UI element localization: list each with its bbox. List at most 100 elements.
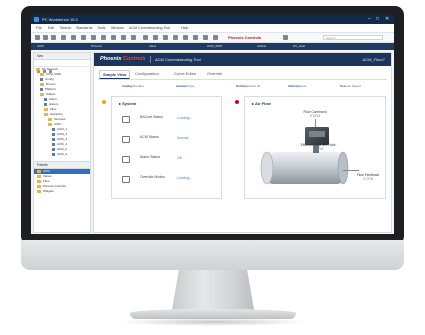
nav-panel: Nav My Network ACM_0025 Config Drivers Platf… <box>33 52 91 233</box>
home-icon[interactable] <box>61 35 66 40</box>
monitor-chin <box>21 240 404 270</box>
path-item[interactable]: PC_Host <box>293 43 305 50</box>
system-card-title[interactable]: ▸ System <box>119 101 136 106</box>
row-label: Override Modes <box>140 175 165 179</box>
node-icon <box>52 152 55 156</box>
title-bar: PC Workbench 10.0 – □ ✕ <box>31 15 394 24</box>
path-item[interactable]: ACM_0025 <box>207 43 222 50</box>
tab-underline <box>98 79 387 80</box>
info-value: Loading... <box>122 84 136 88</box>
tree-item-label: ACM_5 <box>57 147 68 151</box>
info-value: Loading... <box>236 84 250 88</box>
path-item[interactable]: Valve <box>149 43 156 50</box>
menu-help[interactable]: Help <box>181 24 188 32</box>
node-icon <box>52 127 55 131</box>
tab-curve-editor[interactable]: Curve Editor <box>174 70 196 78</box>
tree-item-label: ACM_6 <box>57 152 68 156</box>
check-icon[interactable] <box>213 35 218 40</box>
tree-item-label: ACM_3 <box>57 137 68 141</box>
tree-item-label: ACM_2 <box>57 132 68 136</box>
tree-item-label: ACM <box>54 122 61 126</box>
tree-item-label: My Network <box>42 67 58 71</box>
tree-item-label: History <box>49 102 59 106</box>
system-card: ▸ System BACnet Status Loading... ACM St… <box>111 96 222 199</box>
toolbar-brand: Phoenix Controls <box>228 35 262 40</box>
palette-list: ACM Valves Files Phoenix Controls Widgets <box>34 169 90 194</box>
menu-standards[interactable]: Standards <box>76 24 92 32</box>
zoom-icon[interactable] <box>183 35 188 40</box>
path-item[interactable]: Phoenix <box>91 43 102 50</box>
search-input[interactable]: Search <box>323 35 383 40</box>
node-icon <box>52 142 55 146</box>
tree-item[interactable]: ACM_6 <box>34 152 90 157</box>
system-row: ACM Status Normal <box>122 133 222 147</box>
folder-icon <box>37 184 41 188</box>
override-icon <box>122 176 130 183</box>
path-bar: ACM Phoenix Valve ACM_0025 Airflow PC_Ho… <box>31 43 394 50</box>
maximize-button[interactable]: □ <box>376 15 379 24</box>
folder-icon <box>40 72 44 76</box>
close-button[interactable]: ✕ <box>385 15 389 24</box>
tree-item-label: Alarm <box>49 97 57 101</box>
forward-icon[interactable] <box>43 35 48 40</box>
paste-icon[interactable] <box>111 35 116 40</box>
flow-feedback-label: Flow Feedback 0 CFM <box>351 173 385 181</box>
node-icon <box>52 147 55 151</box>
grid-icon[interactable] <box>173 35 178 40</box>
minimize-button[interactable]: – <box>368 15 371 24</box>
tab-configuration[interactable]: Configuration <box>135 70 159 78</box>
tree-item-label: Services <box>54 117 66 121</box>
cut-icon[interactable] <box>91 35 96 40</box>
link-icon[interactable] <box>193 35 198 40</box>
tab-override[interactable]: Override <box>207 70 222 78</box>
node-icon <box>52 132 55 136</box>
node-icon <box>52 137 55 141</box>
folder-icon <box>48 122 52 126</box>
folder-icon <box>37 189 41 193</box>
phoenix-controls-logo: Phoenix Controls <box>100 56 146 62</box>
controller-board <box>309 131 325 137</box>
main-content: Phoenix Controls ACM Commissioning Tool … <box>93 52 392 233</box>
save-icon[interactable] <box>81 35 86 40</box>
tree-item-label: ACM_4 <box>57 142 68 146</box>
menu-acm-tool[interactable]: ACM Commissioning Tool <box>129 24 170 32</box>
menu-edit[interactable]: Edit <box>48 24 54 32</box>
node-icon <box>40 77 43 81</box>
menu-tools[interactable]: Tools <box>97 24 105 32</box>
path-item[interactable]: ACM <box>37 43 44 50</box>
folder-icon <box>48 117 52 121</box>
info-value: Loading... <box>288 84 302 88</box>
find-icon[interactable] <box>153 35 158 40</box>
row-value: Loading... <box>177 116 193 120</box>
menu-window[interactable]: Window <box>111 24 124 32</box>
monitor-stand <box>171 270 255 312</box>
system-row: Alarm Status OK <box>122 153 222 167</box>
nav-tree: My Network ACM_0025 Config Drivers Platform S… <box>34 67 90 157</box>
settings-icon[interactable] <box>163 35 168 40</box>
delete-icon[interactable] <box>143 35 148 40</box>
copy-icon[interactable] <box>101 35 106 40</box>
folder-icon <box>40 82 44 86</box>
tool-icon[interactable] <box>203 35 208 40</box>
up-icon[interactable] <box>51 35 56 40</box>
tree-item-label: Station <box>46 92 56 96</box>
system-status-dot <box>102 100 106 104</box>
sync-icon[interactable] <box>283 35 288 40</box>
palette-item-label: Widgets <box>43 189 54 193</box>
tree-item-label: Hierarchy <box>50 112 63 116</box>
window-title: PC Workbench 10.0 <box>42 17 78 22</box>
palette-item[interactable]: Widgets <box>34 189 90 194</box>
menu-file[interactable]: File <box>36 24 42 32</box>
back-icon[interactable] <box>35 35 40 40</box>
undo-icon[interactable] <box>121 35 126 40</box>
path-item[interactable]: Airflow <box>257 43 266 50</box>
menu-search[interactable]: Search <box>60 24 71 32</box>
tree-item-label: Drivers <box>46 82 56 86</box>
info-value: Now <box>340 84 347 88</box>
info-value: unknown <box>176 84 189 88</box>
airflow-status-dot <box>235 100 239 104</box>
redo-icon[interactable] <box>131 35 136 40</box>
screen: PC Workbench 10.0 – □ ✕ File Edit Search… <box>31 15 394 234</box>
header-divider <box>150 56 151 63</box>
refresh-icon[interactable] <box>71 35 76 40</box>
